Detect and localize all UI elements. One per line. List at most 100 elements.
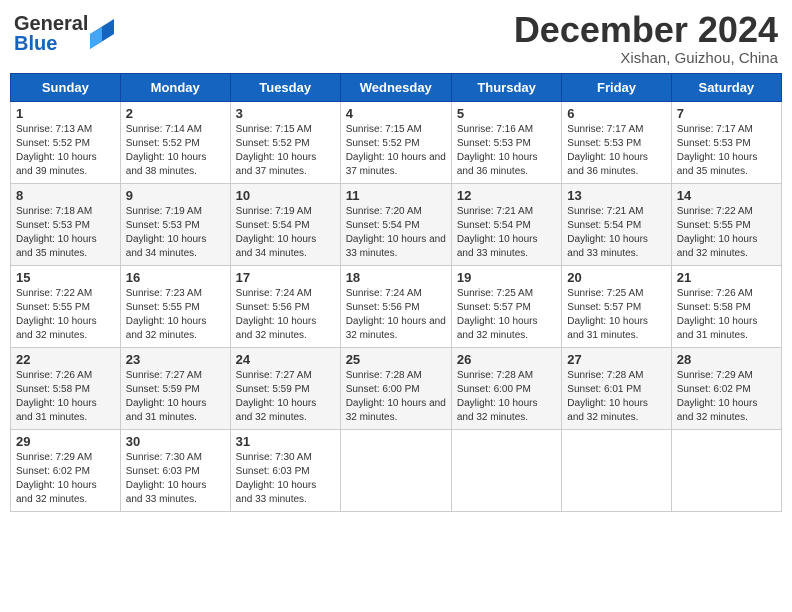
calendar-cell-3-6: 20 Sunrise: 7:25 AM Sunset: 5:57 PM Dayl… <box>562 265 671 347</box>
day-number: 18 <box>346 270 446 285</box>
calendar-cell-1-1: 1 Sunrise: 7:13 AM Sunset: 5:52 PM Dayli… <box>11 101 121 183</box>
calendar-cell-3-7: 21 Sunrise: 7:26 AM Sunset: 5:58 PM Dayl… <box>671 265 781 347</box>
calendar-cell-2-7: 14 Sunrise: 7:22 AM Sunset: 5:55 PM Dayl… <box>671 183 781 265</box>
day-number: 19 <box>457 270 556 285</box>
day-info: Sunrise: 7:21 AM Sunset: 5:54 PM Dayligh… <box>457 205 556 261</box>
calendar-cell-4-3: 24 Sunrise: 7:27 AM Sunset: 5:59 PM Dayl… <box>230 347 340 429</box>
calendar-cell-2-3: 10 Sunrise: 7:19 AM Sunset: 5:54 PM Dayl… <box>230 183 340 265</box>
col-sunday: Sunday <box>11 73 121 101</box>
calendar-cell-3-1: 15 Sunrise: 7:22 AM Sunset: 5:55 PM Dayl… <box>11 265 121 347</box>
day-number: 29 <box>16 434 115 449</box>
calendar-cell-1-7: 7 Sunrise: 7:17 AM Sunset: 5:53 PM Dayli… <box>671 101 781 183</box>
day-number: 1 <box>16 106 115 121</box>
calendar-cell-1-6: 6 Sunrise: 7:17 AM Sunset: 5:53 PM Dayli… <box>562 101 671 183</box>
day-info: Sunrise: 7:26 AM Sunset: 5:58 PM Dayligh… <box>16 369 115 425</box>
day-number: 11 <box>346 188 446 203</box>
day-number: 10 <box>236 188 335 203</box>
day-number: 26 <box>457 352 556 367</box>
calendar-cell-4-7: 28 Sunrise: 7:29 AM Sunset: 6:02 PM Dayl… <box>671 347 781 429</box>
calendar-week-2: 8 Sunrise: 7:18 AM Sunset: 5:53 PM Dayli… <box>11 183 782 265</box>
calendar-week-5: 29 Sunrise: 7:29 AM Sunset: 6:02 PM Dayl… <box>11 429 782 511</box>
day-number: 22 <box>16 352 115 367</box>
calendar-cell-4-5: 26 Sunrise: 7:28 AM Sunset: 6:00 PM Dayl… <box>451 347 561 429</box>
day-info: Sunrise: 7:19 AM Sunset: 5:53 PM Dayligh… <box>126 205 225 261</box>
day-info: Sunrise: 7:16 AM Sunset: 5:53 PM Dayligh… <box>457 123 556 179</box>
day-info: Sunrise: 7:22 AM Sunset: 5:55 PM Dayligh… <box>16 287 115 343</box>
day-number: 3 <box>236 106 335 121</box>
day-info: Sunrise: 7:17 AM Sunset: 5:53 PM Dayligh… <box>567 123 665 179</box>
calendar-cell-4-4: 25 Sunrise: 7:28 AM Sunset: 6:00 PM Dayl… <box>340 347 451 429</box>
calendar-cell-4-2: 23 Sunrise: 7:27 AM Sunset: 5:59 PM Dayl… <box>120 347 230 429</box>
calendar-cell-2-5: 12 Sunrise: 7:21 AM Sunset: 5:54 PM Dayl… <box>451 183 561 265</box>
calendar-cell-5-5 <box>451 429 561 511</box>
calendar-header-row: Sunday Monday Tuesday Wednesday Thursday… <box>11 73 782 101</box>
calendar-cell-3-3: 17 Sunrise: 7:24 AM Sunset: 5:56 PM Dayl… <box>230 265 340 347</box>
day-info: Sunrise: 7:28 AM Sunset: 6:01 PM Dayligh… <box>567 369 665 425</box>
day-number: 17 <box>236 270 335 285</box>
calendar-cell-2-6: 13 Sunrise: 7:21 AM Sunset: 5:54 PM Dayl… <box>562 183 671 265</box>
day-info: Sunrise: 7:21 AM Sunset: 5:54 PM Dayligh… <box>567 205 665 261</box>
calendar-cell-5-6 <box>562 429 671 511</box>
location: Xishan, Guizhou, China <box>514 50 778 67</box>
day-info: Sunrise: 7:30 AM Sunset: 6:03 PM Dayligh… <box>126 451 225 507</box>
calendar-cell-5-4 <box>340 429 451 511</box>
day-info: Sunrise: 7:17 AM Sunset: 5:53 PM Dayligh… <box>677 123 776 179</box>
day-number: 24 <box>236 352 335 367</box>
day-info: Sunrise: 7:19 AM Sunset: 5:54 PM Dayligh… <box>236 205 335 261</box>
day-info: Sunrise: 7:14 AM Sunset: 5:52 PM Dayligh… <box>126 123 225 179</box>
day-info: Sunrise: 7:25 AM Sunset: 5:57 PM Dayligh… <box>567 287 665 343</box>
day-number: 25 <box>346 352 446 367</box>
calendar-cell-3-4: 18 Sunrise: 7:24 AM Sunset: 5:56 PM Dayl… <box>340 265 451 347</box>
col-wednesday: Wednesday <box>340 73 451 101</box>
day-info: Sunrise: 7:15 AM Sunset: 5:52 PM Dayligh… <box>236 123 335 179</box>
day-info: Sunrise: 7:24 AM Sunset: 5:56 PM Dayligh… <box>346 287 446 343</box>
page-header: General Blue December 2024 Xishan, Guizh… <box>10 10 782 67</box>
calendar-table: Sunday Monday Tuesday Wednesday Thursday… <box>10 73 782 512</box>
day-number: 14 <box>677 188 776 203</box>
col-friday: Friday <box>562 73 671 101</box>
day-info: Sunrise: 7:27 AM Sunset: 5:59 PM Dayligh… <box>126 369 225 425</box>
calendar-cell-4-1: 22 Sunrise: 7:26 AM Sunset: 5:58 PM Dayl… <box>11 347 121 429</box>
day-number: 13 <box>567 188 665 203</box>
logo-icon <box>90 19 114 49</box>
day-number: 9 <box>126 188 225 203</box>
day-info: Sunrise: 7:29 AM Sunset: 6:02 PM Dayligh… <box>16 451 115 507</box>
day-info: Sunrise: 7:29 AM Sunset: 6:02 PM Dayligh… <box>677 369 776 425</box>
col-tuesday: Tuesday <box>230 73 340 101</box>
day-number: 2 <box>126 106 225 121</box>
day-number: 31 <box>236 434 335 449</box>
title-section: December 2024 Xishan, Guizhou, China <box>514 10 778 67</box>
calendar-cell-1-2: 2 Sunrise: 7:14 AM Sunset: 5:52 PM Dayli… <box>120 101 230 183</box>
day-number: 5 <box>457 106 556 121</box>
col-thursday: Thursday <box>451 73 561 101</box>
day-info: Sunrise: 7:15 AM Sunset: 5:52 PM Dayligh… <box>346 123 446 179</box>
calendar-cell-2-4: 11 Sunrise: 7:20 AM Sunset: 5:54 PM Dayl… <box>340 183 451 265</box>
day-info: Sunrise: 7:23 AM Sunset: 5:55 PM Dayligh… <box>126 287 225 343</box>
day-info: Sunrise: 7:30 AM Sunset: 6:03 PM Dayligh… <box>236 451 335 507</box>
logo-blue: Blue <box>14 34 88 54</box>
day-number: 28 <box>677 352 776 367</box>
day-info: Sunrise: 7:22 AM Sunset: 5:55 PM Dayligh… <box>677 205 776 261</box>
day-info: Sunrise: 7:27 AM Sunset: 5:59 PM Dayligh… <box>236 369 335 425</box>
calendar-cell-5-7 <box>671 429 781 511</box>
day-number: 21 <box>677 270 776 285</box>
calendar-cell-2-2: 9 Sunrise: 7:19 AM Sunset: 5:53 PM Dayli… <box>120 183 230 265</box>
col-saturday: Saturday <box>671 73 781 101</box>
day-number: 16 <box>126 270 225 285</box>
calendar-cell-3-5: 19 Sunrise: 7:25 AM Sunset: 5:57 PM Dayl… <box>451 265 561 347</box>
calendar-cell-5-1: 29 Sunrise: 7:29 AM Sunset: 6:02 PM Dayl… <box>11 429 121 511</box>
day-info: Sunrise: 7:13 AM Sunset: 5:52 PM Dayligh… <box>16 123 115 179</box>
day-number: 4 <box>346 106 446 121</box>
calendar-cell-2-1: 8 Sunrise: 7:18 AM Sunset: 5:53 PM Dayli… <box>11 183 121 265</box>
calendar-cell-4-6: 27 Sunrise: 7:28 AM Sunset: 6:01 PM Dayl… <box>562 347 671 429</box>
day-number: 6 <box>567 106 665 121</box>
logo-general: General <box>14 14 88 34</box>
day-number: 20 <box>567 270 665 285</box>
calendar-cell-1-4: 4 Sunrise: 7:15 AM Sunset: 5:52 PM Dayli… <box>340 101 451 183</box>
calendar-week-3: 15 Sunrise: 7:22 AM Sunset: 5:55 PM Dayl… <box>11 265 782 347</box>
calendar-cell-5-2: 30 Sunrise: 7:30 AM Sunset: 6:03 PM Dayl… <box>120 429 230 511</box>
day-info: Sunrise: 7:26 AM Sunset: 5:58 PM Dayligh… <box>677 287 776 343</box>
day-info: Sunrise: 7:25 AM Sunset: 5:57 PM Dayligh… <box>457 287 556 343</box>
calendar-cell-5-3: 31 Sunrise: 7:30 AM Sunset: 6:03 PM Dayl… <box>230 429 340 511</box>
day-info: Sunrise: 7:24 AM Sunset: 5:56 PM Dayligh… <box>236 287 335 343</box>
